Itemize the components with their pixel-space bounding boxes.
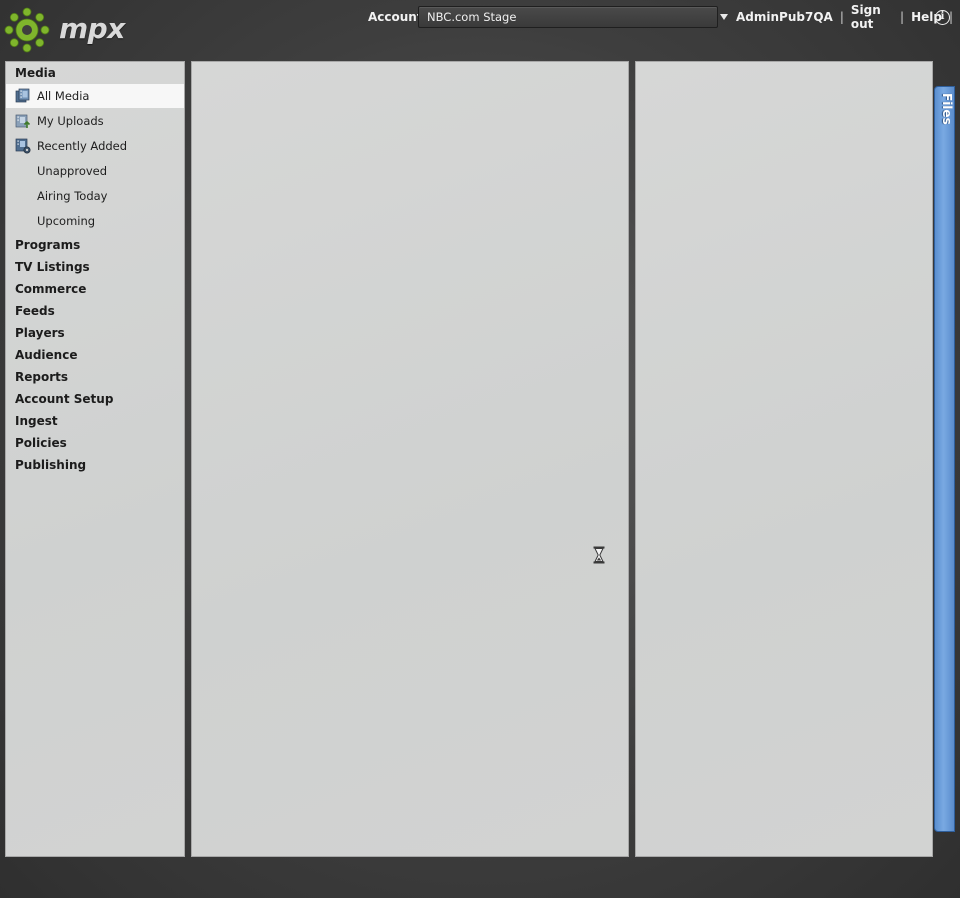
current-user: AdminPub7QA <box>736 10 833 24</box>
account-select[interactable]: NBC.com Stage <box>418 6 718 28</box>
files-tab-label: Files <box>940 93 954 125</box>
hourglass-icon <box>593 546 605 564</box>
sidebar-section-policies[interactable]: Policies <box>15 436 67 450</box>
sidebar: Media All Media My Uploads Recently Adde… <box>5 61 185 857</box>
sidebar-section-audience[interactable]: Audience <box>15 348 77 362</box>
logo-gear-icon <box>4 7 50 53</box>
sidebar-item-label: Airing Today <box>37 189 108 203</box>
sidebar-section-account-setup[interactable]: Account Setup <box>15 392 113 406</box>
sidebar-section-programs[interactable]: Programs <box>15 238 80 252</box>
mpx-logo: mpx <box>3 6 125 53</box>
logo-wordmark: mpx <box>59 12 125 45</box>
all-media-icon <box>15 88 30 103</box>
chevron-down-icon[interactable] <box>720 14 728 20</box>
info-icon[interactable]: i <box>935 10 950 25</box>
sidebar-item-label: Upcoming <box>37 214 96 228</box>
sidebar-item-label: Recently Added <box>37 139 128 153</box>
sidebar-item-recently-added[interactable]: Recently Added <box>6 134 184 158</box>
sidebar-section-tv-listings[interactable]: TV Listings <box>15 260 90 274</box>
sidebar-item-label: My Uploads <box>37 114 104 128</box>
sidebar-section-publishing[interactable]: Publishing <box>15 458 86 472</box>
sidebar-item-airing-today[interactable]: Airing Today <box>6 184 184 208</box>
sidebar-section-ingest[interactable]: Ingest <box>15 414 58 428</box>
sign-out-link[interactable]: Sign out <box>851 3 893 31</box>
sidebar-section-feeds[interactable]: Feeds <box>15 304 55 318</box>
sidebar-section-commerce[interactable]: Commerce <box>15 282 86 296</box>
sidebar-item-label: All Media <box>37 89 90 103</box>
separator: | <box>900 10 905 24</box>
sidebar-item-upcoming[interactable]: Upcoming <box>6 209 184 233</box>
account-select-value: NBC.com Stage <box>427 10 517 24</box>
separator: | <box>839 10 844 24</box>
sidebar-item-label: Unapproved <box>37 164 108 178</box>
media-detail-panel <box>635 61 933 857</box>
sidebar-item-unapproved[interactable]: Unapproved <box>6 159 184 183</box>
sidebar-section-reports[interactable]: Reports <box>15 370 68 384</box>
sidebar-item-all-media[interactable]: All Media <box>6 84 184 108</box>
recently-added-icon <box>15 138 31 154</box>
files-tab[interactable]: Files <box>934 86 955 832</box>
sidebar-section-players[interactable]: Players <box>15 326 65 340</box>
my-uploads-icon <box>15 114 31 128</box>
sidebar-item-my-uploads[interactable]: My Uploads <box>6 109 184 133</box>
sidebar-section-media[interactable]: Media <box>15 66 56 80</box>
top-links: AdminPub7QA | Sign out | Help | <box>736 3 960 31</box>
media-list-panel <box>191 61 629 857</box>
